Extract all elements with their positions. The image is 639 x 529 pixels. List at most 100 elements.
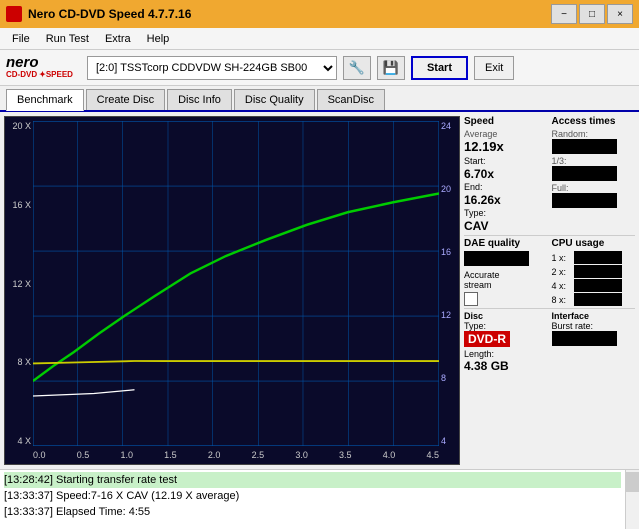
full-row: Full: bbox=[552, 183, 636, 208]
random-label: Random: bbox=[552, 129, 636, 139]
y-right-4: 4 bbox=[439, 436, 459, 446]
x-label-15: 1.5 bbox=[164, 450, 177, 460]
log-scrollbar[interactable] bbox=[625, 470, 639, 529]
save-button[interactable]: 💾 bbox=[377, 56, 405, 80]
y-label-12: 12 X bbox=[5, 279, 33, 289]
cpu-4x-label: 4 x: bbox=[552, 281, 572, 291]
random-value-box bbox=[552, 139, 617, 154]
maximize-button[interactable]: □ bbox=[579, 4, 605, 24]
right-panel: Speed Average 12.19x Start: 6.70x End: 1… bbox=[464, 112, 639, 469]
scrollbar-thumb[interactable] bbox=[626, 472, 639, 492]
chart-outer: 20 X 16 X 12 X 8 X 4 X 24 20 16 12 8 4 bbox=[0, 112, 464, 469]
end-value: 16.26x bbox=[464, 193, 548, 207]
cpu-8x-label: 8 x: bbox=[552, 295, 572, 305]
y-axis-left: 20 X 16 X 12 X 8 X 4 X bbox=[5, 121, 33, 446]
dae-section: DAE quality Accurate stream bbox=[464, 238, 548, 306]
y-label-20: 20 X bbox=[5, 121, 33, 131]
cpu-1x-label: 1 x: bbox=[552, 253, 572, 263]
x-label-10: 1.0 bbox=[120, 450, 133, 460]
cpu-section: CPU usage 1 x: 2 x: 4 x: 8 x: bbox=[552, 238, 636, 306]
app-icon bbox=[6, 6, 22, 22]
y-label-4: 4 X bbox=[5, 436, 33, 446]
menu-run-test[interactable]: Run Test bbox=[38, 31, 97, 47]
type-value: CAV bbox=[464, 219, 548, 233]
title-bar: Nero CD-DVD Speed 4.7.7.16 − □ × bbox=[0, 0, 639, 28]
average-row: Average 12.19x bbox=[464, 129, 548, 154]
tab-bar: Benchmark Create Disc Disc Info Disc Qua… bbox=[0, 86, 639, 112]
stream-label: stream bbox=[464, 280, 548, 290]
y-right-8: 8 bbox=[439, 373, 459, 383]
dae-value-box bbox=[464, 251, 529, 266]
menu-file[interactable]: File bbox=[4, 31, 38, 47]
end-label: End: bbox=[464, 182, 483, 192]
close-button[interactable]: × bbox=[607, 4, 633, 24]
divider-1 bbox=[464, 235, 635, 236]
speed-label: ✦SPEED bbox=[39, 71, 73, 80]
properties-icon: 🔧 bbox=[349, 60, 365, 76]
one-third-label: 1/3: bbox=[552, 156, 636, 166]
x-label-0: 0.0 bbox=[33, 450, 46, 460]
x-label-35: 3.5 bbox=[339, 450, 352, 460]
y-label-8: 8 X bbox=[5, 357, 33, 367]
random-row: Random: bbox=[552, 129, 636, 154]
divider-2 bbox=[464, 308, 635, 309]
tab-disc-quality[interactable]: Disc Quality bbox=[234, 89, 315, 110]
drive-select[interactable]: [2:0] TSSTcorp CDDVDW SH-224GB SB00 bbox=[87, 56, 337, 80]
x-label-45: 4.5 bbox=[426, 450, 439, 460]
dae-title: DAE quality bbox=[464, 238, 548, 249]
average-value: 12.19x bbox=[464, 139, 548, 154]
menu-help[interactable]: Help bbox=[139, 31, 178, 47]
y-right-16: 16 bbox=[439, 247, 459, 257]
title-bar-left: Nero CD-DVD Speed 4.7.7.16 bbox=[6, 6, 191, 22]
log-line-0: [13:28:42] Starting transfer rate test bbox=[4, 472, 621, 488]
speed-title: Speed bbox=[464, 116, 548, 127]
tab-create-disc[interactable]: Create Disc bbox=[86, 89, 165, 110]
x-label-05: 0.5 bbox=[77, 450, 90, 460]
accurate-label: Accurate bbox=[464, 270, 548, 280]
access-times-section: Access times Random: 1/3: Full: bbox=[552, 116, 636, 233]
y-right-24: 24 bbox=[439, 121, 459, 131]
menu-extra[interactable]: Extra bbox=[97, 31, 139, 47]
cpu-8x-row: 8 x: bbox=[552, 293, 636, 306]
disc-section: Disc Type: DVD-R Length: 4.38 GB bbox=[464, 311, 548, 373]
access-times-title: Access times bbox=[552, 116, 636, 127]
save-icon: 💾 bbox=[383, 60, 399, 76]
disc-title: Disc bbox=[464, 311, 548, 321]
top-panels: Speed Average 12.19x Start: 6.70x End: 1… bbox=[464, 116, 635, 233]
one-third-value-box bbox=[552, 166, 617, 181]
exit-button[interactable]: Exit bbox=[474, 56, 514, 80]
type-row: Type: CAV bbox=[464, 208, 548, 233]
minimize-button[interactable]: − bbox=[551, 4, 577, 24]
log-line-1: [13:33:37] Speed:7-16 X CAV (12.19 X ave… bbox=[4, 488, 621, 504]
cpu-2x-row: 2 x: bbox=[552, 265, 636, 278]
cpu-1x-row: 1 x: bbox=[552, 251, 636, 264]
accurate-stream-checkbox[interactable] bbox=[464, 292, 478, 306]
menu-bar: File Run Test Extra Help bbox=[0, 28, 639, 50]
log-area: [13:28:42] Starting transfer rate test [… bbox=[0, 469, 639, 529]
toolbar: nero CD-DVD ✦SPEED [2:0] TSSTcorp CDDVDW… bbox=[0, 50, 639, 86]
cd-dvd-label: CD-DVD bbox=[6, 71, 37, 80]
properties-button[interactable]: 🔧 bbox=[343, 56, 371, 80]
end-row: End: 16.26x bbox=[464, 182, 548, 207]
start-button[interactable]: Start bbox=[411, 56, 468, 80]
average-label: Average bbox=[464, 129, 548, 139]
interface-section: Interface Burst rate: bbox=[552, 311, 636, 373]
chart-area: 20 X 16 X 12 X 8 X 4 X 24 20 16 12 8 4 bbox=[4, 116, 460, 465]
cpu-2x-value bbox=[574, 265, 622, 278]
tab-disc-info[interactable]: Disc Info bbox=[167, 89, 232, 110]
tab-scan-disc[interactable]: ScanDisc bbox=[317, 89, 385, 110]
x-label-20: 2.0 bbox=[208, 450, 221, 460]
cpu-8x-value bbox=[574, 293, 622, 306]
start-row: Start: 6.70x bbox=[464, 156, 548, 181]
tab-benchmark[interactable]: Benchmark bbox=[6, 89, 84, 111]
disc-interface-section: Disc Type: DVD-R Length: 4.38 GB Interfa… bbox=[464, 311, 635, 373]
chart-and-panel: 20 X 16 X 12 X 8 X 4 X 24 20 16 12 8 4 bbox=[0, 112, 639, 469]
cpu-1x-value bbox=[574, 251, 622, 264]
cpu-title: CPU usage bbox=[552, 238, 636, 249]
disc-length-value: 4.38 GB bbox=[464, 359, 548, 373]
start-value: 6.70x bbox=[464, 167, 548, 181]
x-axis: 0.0 0.5 1.0 1.5 2.0 2.5 3.0 3.5 4.0 4.5 bbox=[33, 446, 439, 464]
dae-cpu-section: DAE quality Accurate stream CPU usage 1 … bbox=[464, 238, 635, 306]
y-right-12: 12 bbox=[439, 310, 459, 320]
type-label: Type: bbox=[464, 208, 486, 218]
